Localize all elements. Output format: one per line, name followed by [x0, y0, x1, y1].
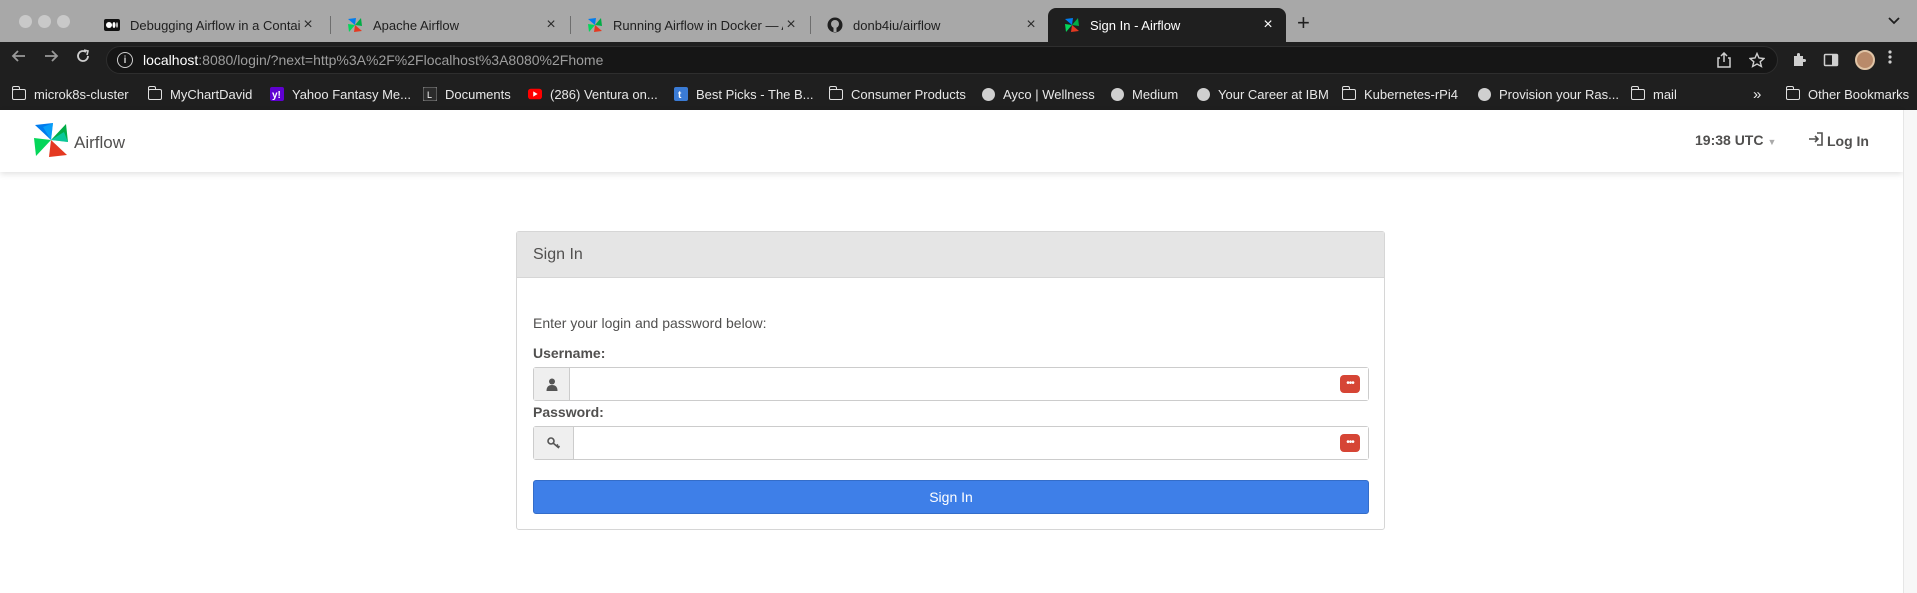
bookmark-star-icon[interactable] — [1748, 51, 1766, 71]
profile-avatar[interactable] — [1855, 50, 1875, 70]
airflow-pinwheel-icon — [32, 121, 70, 164]
yahoo-icon: y! — [270, 87, 284, 101]
bookmark-ventura-youtube[interactable]: (286) Ventura on... — [528, 78, 658, 110]
youtube-icon — [528, 87, 542, 101]
folder-icon — [1631, 85, 1645, 101]
tab-title: Running Airflow in Docker — Ai — [613, 17, 783, 33]
browser-toolbar: i localhost:8080/login/?next=http%3A%2F%… — [0, 42, 1917, 78]
user-icon — [534, 368, 570, 400]
sign-in-heading: Sign In — [517, 232, 1384, 278]
tab-close-icon[interactable]: × — [1260, 16, 1276, 34]
bookmark-mychartdavid[interactable]: MyChartDavid — [148, 78, 252, 110]
folder-icon — [829, 85, 843, 101]
bookmark-kubernetes-rpi4[interactable]: Kubernetes-rPi4 — [1342, 78, 1458, 110]
bookmark-documents[interactable]: L Documents — [423, 78, 511, 110]
tab-close-icon[interactable]: × — [300, 16, 316, 34]
site-info-icon[interactable]: i — [117, 52, 133, 68]
folder-icon — [1342, 85, 1356, 101]
key-icon — [534, 427, 574, 459]
address-url[interactable]: localhost:8080/login/?next=http%3A%2F%2F… — [143, 52, 603, 68]
browser-menu-kebab-icon[interactable] — [1888, 49, 1892, 70]
github-icon — [827, 17, 843, 33]
window-zoom-dot[interactable] — [57, 15, 70, 28]
new-tab-button[interactable]: + — [1297, 10, 1310, 36]
bookmark-ayco-wellness[interactable]: Ayco | Wellness — [981, 78, 1095, 110]
sign-in-panel: Sign In Enter your login and password be… — [516, 231, 1385, 530]
sign-in-button[interactable]: Sign In — [533, 480, 1369, 514]
bookmark-consumer-products[interactable]: Consumer Products — [829, 78, 966, 110]
sign-in-instructions: Enter your login and password below: — [533, 315, 767, 331]
tab-title: Apache Airflow — [373, 17, 459, 33]
bookmark-microk8s-cluster[interactable]: microk8s-cluster — [12, 78, 129, 110]
tab-title: Debugging Airflow in a Containe — [130, 17, 300, 33]
bookmark-career-ibm[interactable]: Your Career at IBM — [1196, 78, 1329, 110]
sign-in-icon — [1807, 131, 1827, 150]
airflow-pinwheel-icon — [587, 17, 603, 33]
window-minimize-dot[interactable] — [38, 15, 51, 28]
other-bookmarks[interactable]: Other Bookmarks — [1786, 78, 1909, 110]
airflow-brand-link[interactable]: Airflow — [32, 121, 125, 164]
globe-icon — [1196, 87, 1210, 101]
address-bar[interactable]: i localhost:8080/login/?next=http%3A%2F%… — [106, 46, 1778, 74]
username-input-group: ••• — [533, 367, 1369, 401]
bookmark-mail[interactable]: mail — [1631, 78, 1677, 110]
browser-tab-strip: Debugging Airflow in a Containe × Apache… — [0, 0, 1917, 42]
tab-title: Sign In - Airflow — [1090, 17, 1181, 33]
browser-tab-running-airflow-docker[interactable]: Running Airflow in Docker — Ai × — [571, 8, 809, 42]
folder-icon — [1786, 85, 1800, 101]
airflow-navbar: Airflow 19:38 UTC ▼ Log In — [0, 110, 1903, 172]
bookmark-best-picks[interactable]: t Best Picks - The B... — [674, 78, 814, 110]
svg-text:L: L — [427, 90, 432, 100]
svg-text:y!: y! — [272, 90, 281, 101]
folder-icon — [12, 85, 26, 101]
password-label: Password: — [533, 404, 604, 420]
share-icon[interactable] — [1717, 51, 1731, 71]
tab-close-icon[interactable]: × — [543, 16, 559, 34]
airflow-pinwheel-icon — [347, 17, 363, 33]
bookmark-yahoo-fantasy[interactable]: y! Yahoo Fantasy Me... — [270, 78, 411, 110]
document-icon: L — [423, 87, 437, 101]
globe-icon — [1477, 87, 1491, 101]
globe-icon — [1110, 87, 1124, 101]
browser-tab-github-donb4iu[interactable]: donb4iu/airflow × — [811, 8, 1049, 42]
password-input[interactable] — [574, 427, 1368, 459]
password-input-group: ••• — [533, 426, 1369, 460]
bookmarks-bar: microk8s-cluster MyChartDavid y! Yahoo F… — [0, 78, 1917, 110]
forward-arrow-icon[interactable] — [43, 48, 59, 69]
browser-tab-apache-airflow[interactable]: Apache Airflow × — [331, 8, 569, 42]
username-input[interactable] — [570, 368, 1368, 400]
timezone-dropdown[interactable]: 19:38 UTC ▼ — [1695, 132, 1776, 148]
bookmark-provision-ras[interactable]: Provision your Ras... — [1477, 78, 1619, 110]
page-scrollbar[interactable] — [1903, 110, 1917, 593]
tumblr-icon: t — [674, 87, 688, 101]
username-label: Username: — [533, 345, 606, 361]
password-manager-icon[interactable]: ••• — [1340, 434, 1360, 452]
airflow-brand-name: Airflow — [74, 132, 126, 152]
bookmark-medium[interactable]: Medium — [1110, 78, 1178, 110]
side-panel-icon[interactable] — [1823, 52, 1839, 71]
log-in-link[interactable]: Log In — [1807, 131, 1869, 150]
caret-down-icon: ▼ — [1767, 137, 1777, 147]
back-arrow-icon[interactable] — [11, 48, 27, 69]
browser-tab-debugging-airflow[interactable]: Debugging Airflow in a Containe × — [88, 8, 326, 42]
tab-search-chevron-icon[interactable] — [1888, 12, 1900, 28]
medium-logo-icon — [104, 17, 120, 33]
airflow-pinwheel-icon — [1064, 17, 1080, 33]
password-manager-icon[interactable]: ••• — [1340, 375, 1360, 393]
reload-icon[interactable] — [75, 48, 91, 69]
extensions-puzzle-icon[interactable] — [1791, 52, 1807, 71]
tab-close-icon[interactable]: × — [783, 16, 799, 34]
window-close-dot[interactable] — [19, 15, 32, 28]
more-bookmarks-chevron[interactable]: » — [1753, 78, 1761, 110]
tab-close-icon[interactable]: × — [1023, 16, 1039, 34]
folder-icon — [148, 85, 162, 101]
browser-tab-sign-in-airflow[interactable]: Sign In - Airflow × — [1048, 8, 1286, 42]
globe-icon — [981, 87, 995, 101]
tab-title: donb4iu/airflow — [853, 17, 941, 33]
